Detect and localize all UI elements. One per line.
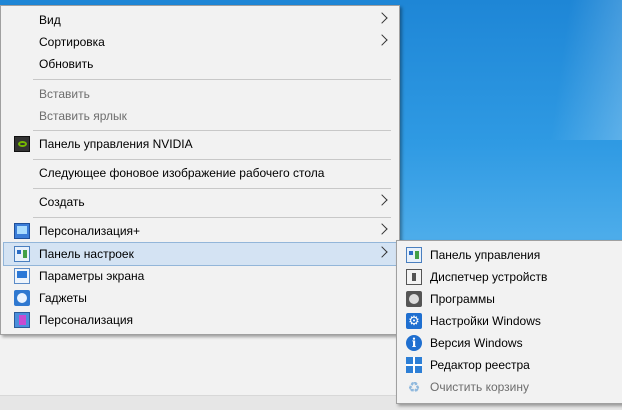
menu-item-label: Сортировка xyxy=(39,35,105,49)
menu-item-new[interactable]: Создать xyxy=(4,191,396,213)
menu-item-sort[interactable]: Сортировка xyxy=(4,31,396,53)
chevron-right-icon xyxy=(376,34,388,46)
menu-item-label: Обновить xyxy=(39,57,94,71)
control-panel-icon xyxy=(406,247,422,263)
menu-item-label: Персонализация xyxy=(39,313,134,327)
control-panel-icon xyxy=(14,246,30,262)
menu-item-label: Панель управления NVIDIA xyxy=(39,137,193,151)
settings-panel-submenu: Панель управления Диспетчер устройств Пр… xyxy=(396,240,622,404)
menu-separator xyxy=(33,130,391,131)
menu-item-label: Вид xyxy=(39,13,61,27)
menu-item-gadgets[interactable]: Гаджеты xyxy=(4,287,396,309)
menu-item-label: Панель управления xyxy=(430,248,541,262)
gadget-icon xyxy=(14,290,30,306)
monitor-icon xyxy=(14,223,30,239)
menu-item-label: Вставить ярлык xyxy=(39,109,127,123)
desktop-context-menu: Вид Сортировка Обновить Вставить Вставит… xyxy=(0,5,400,335)
chevron-right-icon xyxy=(376,223,388,235)
chevron-right-icon xyxy=(376,194,388,206)
recycle-bin-icon: ♻ xyxy=(407,379,421,395)
menu-item-label: Программы xyxy=(430,292,495,306)
registry-icon xyxy=(406,357,422,373)
submenu-item-windows-version[interactable]: i Версия Windows xyxy=(400,332,620,354)
menu-item-label: Очистить корзину xyxy=(430,380,529,394)
submenu-item-programs[interactable]: Программы xyxy=(400,288,620,310)
desktop-wallpaper-glow xyxy=(550,0,622,140)
menu-item-refresh[interactable]: Обновить xyxy=(4,53,396,75)
menu-item-label: Персонализация+ xyxy=(39,224,141,238)
programs-icon xyxy=(406,291,422,307)
device-manager-icon xyxy=(406,269,422,285)
menu-separator xyxy=(33,159,391,160)
menu-separator xyxy=(33,188,391,189)
submenu-item-control-panel[interactable]: Панель управления xyxy=(400,244,620,266)
menu-separator xyxy=(33,217,391,218)
menu-item-paste-shortcut[interactable]: Вставить ярлык xyxy=(4,105,396,127)
menu-item-label: Вставить xyxy=(39,87,90,101)
menu-item-personalization[interactable]: Персонализация xyxy=(4,309,396,331)
gear-icon: ⚙ xyxy=(406,313,422,329)
nvidia-icon xyxy=(14,136,30,152)
display-icon xyxy=(14,268,30,284)
menu-separator xyxy=(33,79,391,80)
submenu-item-device-manager[interactable]: Диспетчер устройств xyxy=(400,266,620,288)
submenu-item-empty-recycle-bin[interactable]: ♻ Очистить корзину xyxy=(400,376,620,398)
personalization-icon xyxy=(14,312,30,328)
menu-item-label: Версия Windows xyxy=(430,336,523,350)
menu-item-settings-panel[interactable]: Панель настроек xyxy=(3,242,397,266)
submenu-item-registry-editor[interactable]: Редактор реестра xyxy=(400,354,620,376)
menu-item-label: Диспетчер устройств xyxy=(430,270,548,284)
menu-item-view[interactable]: Вид xyxy=(4,9,396,31)
info-icon: i xyxy=(406,335,422,351)
menu-item-paste[interactable]: Вставить xyxy=(4,83,396,105)
menu-item-label: Гаджеты xyxy=(39,291,87,305)
menu-item-next-wallpaper[interactable]: Следующее фоновое изображение рабочего с… xyxy=(4,162,396,184)
submenu-item-windows-settings[interactable]: ⚙ Настройки Windows xyxy=(400,310,620,332)
menu-item-label: Редактор реестра xyxy=(430,358,530,372)
chevron-right-icon xyxy=(376,12,388,24)
menu-item-label: Настройки Windows xyxy=(430,314,541,328)
menu-item-personalization-plus[interactable]: Персонализация+ xyxy=(4,220,396,242)
menu-item-label: Создать xyxy=(39,195,85,209)
menu-item-display-settings[interactable]: Параметры экрана xyxy=(4,265,396,287)
menu-item-label: Следующее фоновое изображение рабочего с… xyxy=(39,166,325,180)
menu-item-label: Параметры экрана xyxy=(39,269,145,283)
menu-item-nvidia-control-panel[interactable]: Панель управления NVIDIA xyxy=(4,133,396,155)
menu-item-label: Панель настроек xyxy=(39,247,134,261)
chevron-right-icon xyxy=(376,246,388,258)
